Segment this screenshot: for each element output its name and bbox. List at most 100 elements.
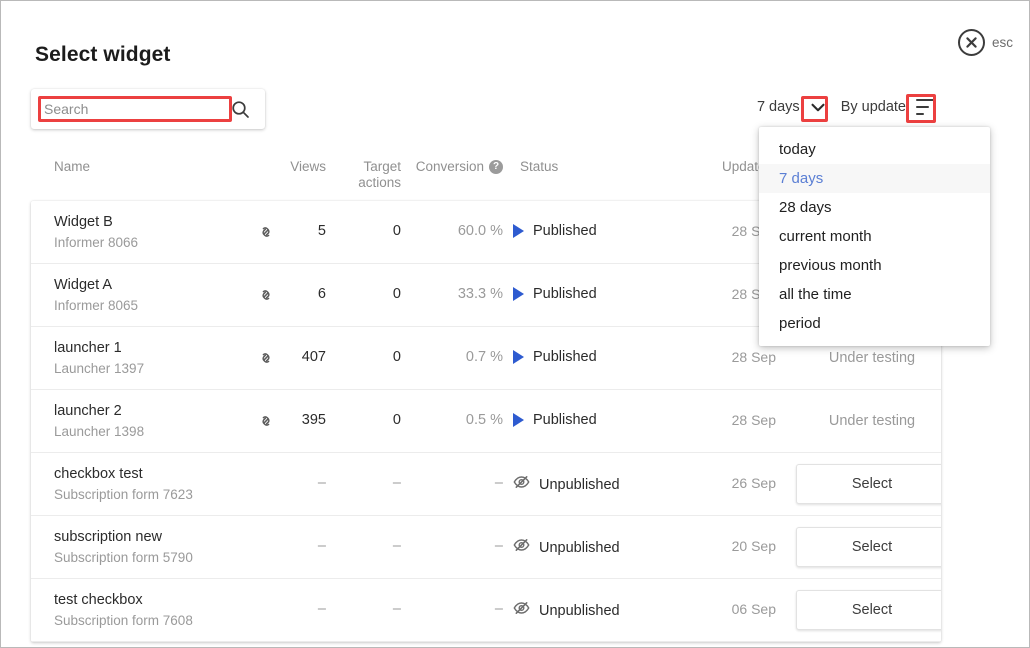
conversion-value: – (494, 538, 503, 554)
search-input[interactable] (40, 96, 223, 122)
period-dropdown-menu: today 7 days 28 days current month previous … (759, 127, 990, 346)
table-row[interactable]: launcher 2 Launcher 1398 395 0 0.5 % Pub… (31, 390, 941, 453)
status-text: Unpublished (539, 539, 620, 556)
conversion-label: Conversion (415, 159, 484, 174)
table-row[interactable]: test checkbox Subscription form 7608 – –… (31, 579, 941, 642)
under-testing-label: Under testing (828, 413, 916, 429)
widget-name-cell: test checkbox Subscription form 7608 (54, 591, 234, 630)
select-button[interactable]: Select (796, 527, 941, 567)
row-action-cell: Select (796, 590, 941, 630)
conversion-value: 0.7 % (465, 349, 503, 365)
row-action-cell: Select (796, 464, 941, 504)
widget-name: launcher 1 (54, 340, 122, 356)
period-option[interactable]: previous month (759, 251, 990, 280)
question-mark-icon[interactable]: ? (489, 160, 503, 174)
column-header-name: Name (54, 159, 91, 174)
select-widget-dialog: Select widget esc 7 days (0, 0, 1030, 648)
status-cell: Unpublished (513, 475, 620, 494)
updated-date: 20 Sep (731, 538, 776, 554)
play-icon (513, 413, 524, 427)
views-value: 6 (317, 286, 326, 302)
status-text: Published (533, 349, 597, 365)
target-actions-value: – (392, 601, 401, 617)
widget-name: checkbox test (54, 466, 143, 482)
row-action-cell: Under testing (796, 401, 941, 441)
widget-name-cell: launcher 1 Launcher 1397 (54, 339, 234, 378)
widget-name-cell: Widget A Informer 8065 (54, 276, 234, 315)
period-option[interactable]: all the time (759, 280, 990, 309)
widget-subtitle: Informer 8066 (54, 235, 139, 250)
period-option[interactable]: today (759, 135, 990, 164)
widget-subtitle: Launcher 1397 (54, 361, 145, 376)
chevron-down-icon[interactable] (809, 98, 827, 116)
row-action-cell: Select (796, 527, 941, 567)
target-actions-value: 0 (392, 412, 401, 428)
widget-name: subscription new (54, 529, 162, 545)
widget-name: launcher 2 (54, 403, 122, 419)
select-button[interactable]: Select (796, 464, 941, 504)
close-icon[interactable] (957, 29, 985, 56)
views-value: – (317, 601, 326, 617)
page-title: Select widget (35, 43, 171, 66)
filters-bar: 7 days By update (757, 98, 934, 116)
search-icon[interactable] (225, 94, 255, 124)
play-icon (513, 350, 524, 364)
eye-off-icon (513, 601, 530, 620)
column-header-target-actions: Target actions (343, 159, 401, 191)
period-option[interactable]: 28 days (759, 193, 990, 222)
column-header-status: Status (520, 159, 559, 174)
views-value: 407 (301, 349, 326, 365)
period-option[interactable]: current month (759, 222, 990, 251)
target-actions-value: 0 (392, 286, 401, 302)
updated-date: 26 Sep (731, 475, 776, 491)
esc-label: esc (991, 35, 1013, 50)
views-value: – (317, 475, 326, 491)
conversion-value: 0.5 % (465, 412, 503, 428)
conversion-value: – (494, 475, 503, 491)
status-cell: Unpublished (513, 538, 620, 557)
updated-date: 28 Sep (731, 349, 776, 365)
column-header-conversion: Conversion ? (401, 159, 503, 175)
status-text: Published (533, 412, 597, 428)
views-value: – (317, 538, 326, 554)
widget-name: test checkbox (54, 592, 143, 608)
status-text: Unpublished (539, 476, 620, 493)
widget-subtitle: Subscription form 5790 (54, 550, 193, 565)
conversion-value: 60.0 % (457, 223, 503, 239)
widget-name-cell: Widget B Informer 8066 (54, 213, 234, 252)
views-value: 395 (301, 412, 326, 428)
eye-off-icon (513, 538, 530, 557)
period-option[interactable]: period (759, 309, 990, 338)
updated-date: 28 Sep (731, 412, 776, 428)
widget-subtitle: Subscription form 7608 (54, 613, 193, 628)
table-row[interactable]: checkbox test Subscription form 7623 – –… (31, 453, 941, 516)
under-testing-label: Under testing (828, 350, 916, 366)
period-filter[interactable]: 7 days (757, 98, 827, 116)
conversion-value: – (494, 601, 503, 617)
sort-control[interactable]: By update (841, 99, 934, 115)
status-cell: Published (513, 223, 597, 239)
search-box[interactable] (31, 89, 265, 129)
widget-name-cell: subscription new Subscription form 5790 (54, 528, 234, 567)
play-icon (513, 287, 524, 301)
sort-lines-icon[interactable] (916, 99, 934, 115)
status-cell: Published (513, 286, 597, 302)
updated-date: 06 Sep (731, 601, 776, 617)
conversion-value: 33.3 % (457, 286, 503, 302)
target-actions-line-1: Target (363, 159, 401, 174)
table-row[interactable]: subscription new Subscription form 5790 … (31, 516, 941, 579)
widget-name: Widget B (54, 214, 113, 230)
close-dialog-group[interactable]: esc (957, 29, 1013, 56)
status-cell: Published (513, 412, 597, 428)
target-actions-value: – (392, 475, 401, 491)
period-option[interactable]: 7 days (759, 164, 990, 193)
views-value: 5 (317, 223, 326, 239)
widget-name: Widget A (54, 277, 113, 293)
widget-subtitle: Launcher 1398 (54, 424, 145, 439)
status-text: Published (533, 223, 597, 239)
status-cell: Published (513, 349, 597, 365)
widget-name-cell: launcher 2 Launcher 1398 (54, 402, 234, 441)
status-text: Unpublished (539, 602, 620, 619)
select-button[interactable]: Select (796, 590, 941, 630)
widget-subtitle: Informer 8065 (54, 298, 139, 313)
